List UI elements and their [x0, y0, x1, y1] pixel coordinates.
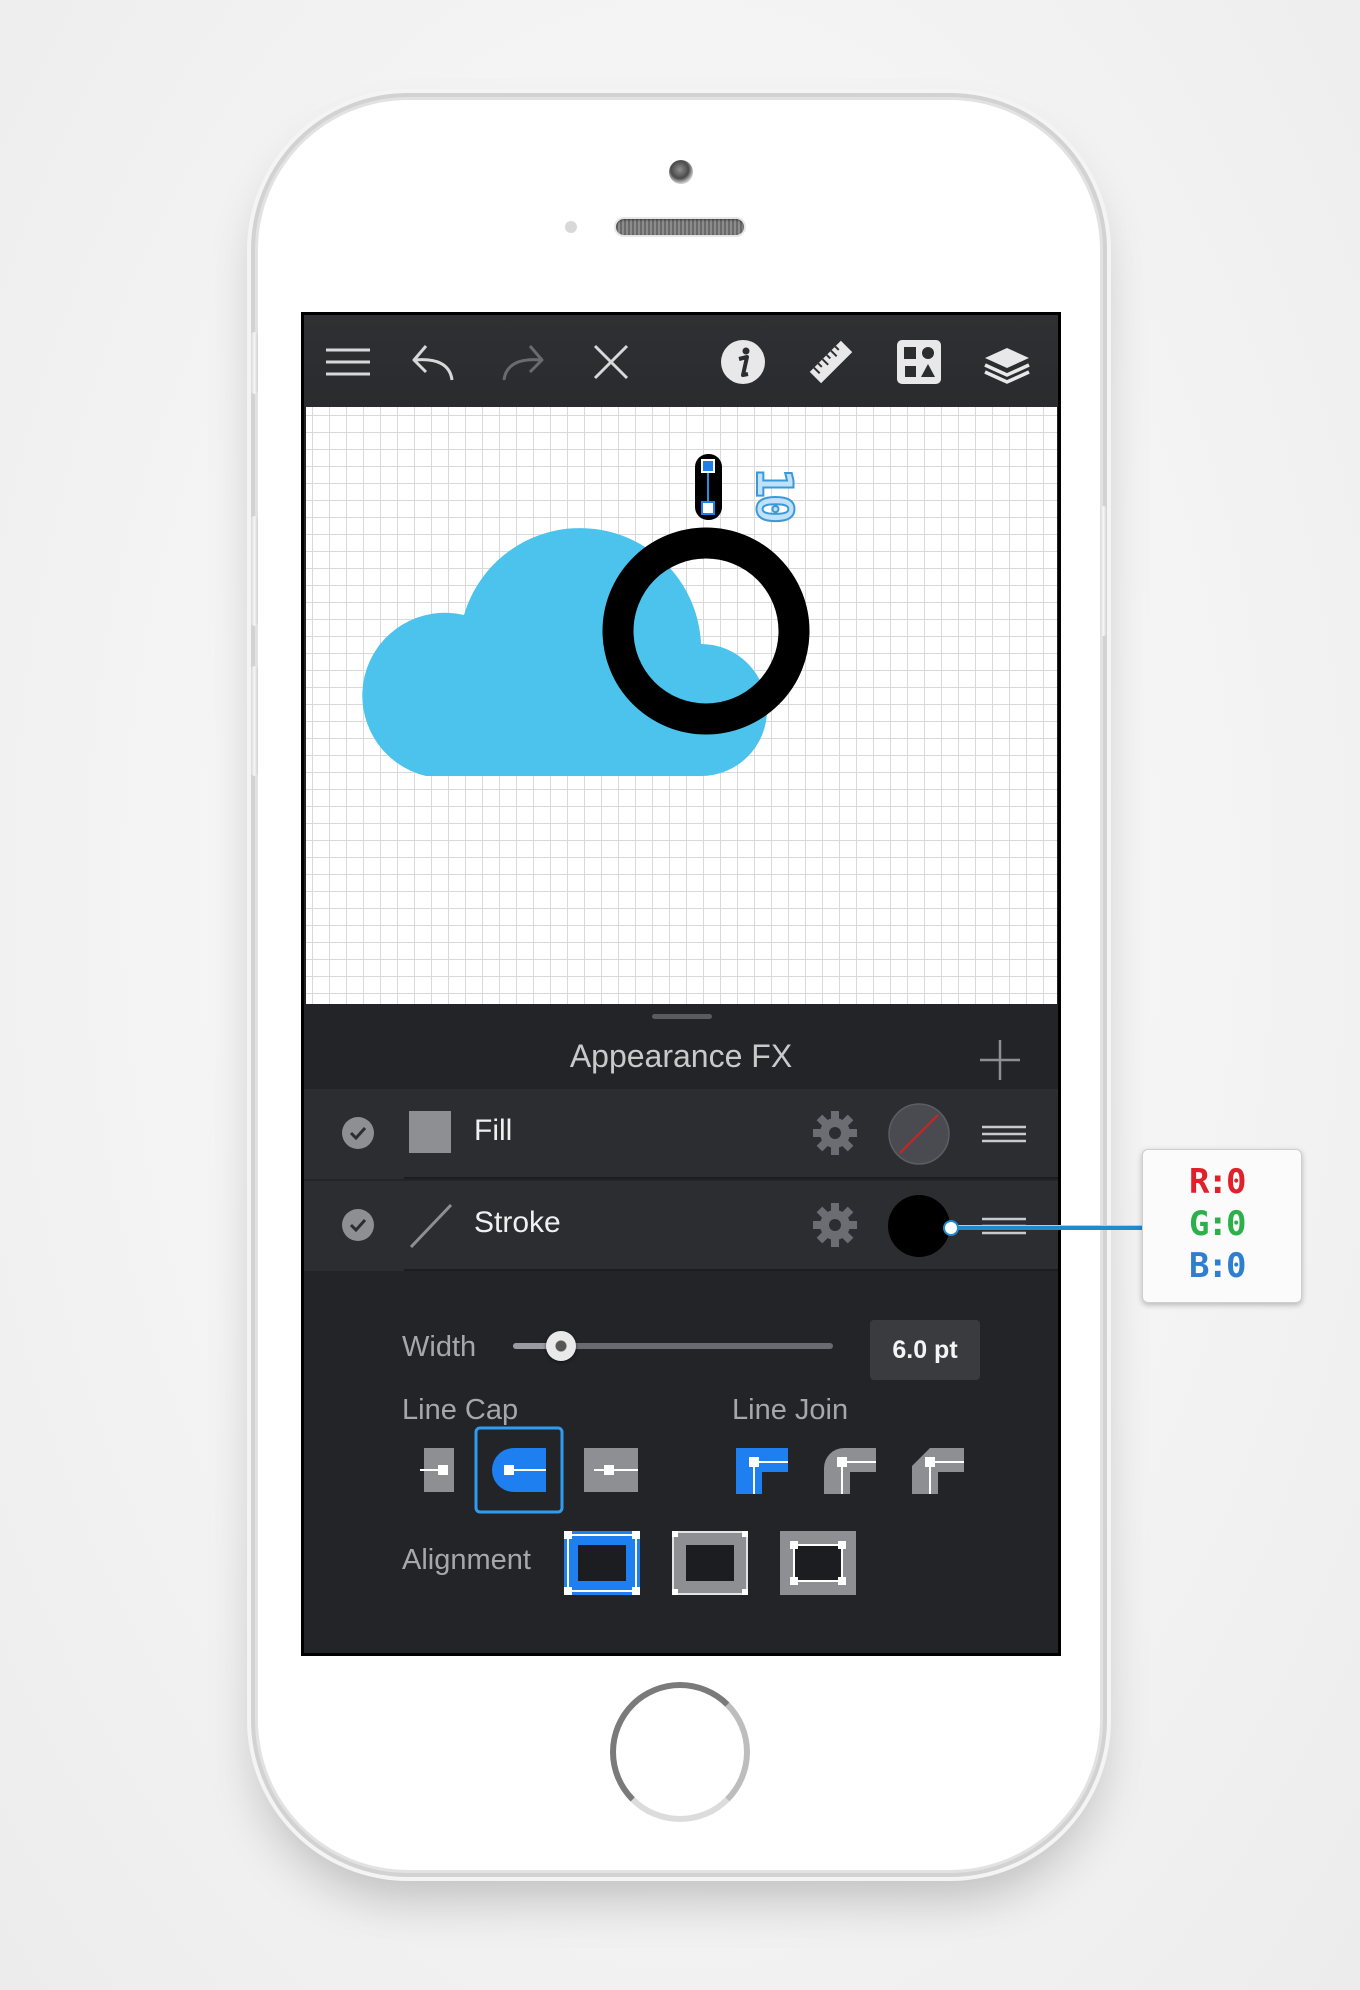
row-divider — [404, 1177, 1058, 1179]
proximity-sensor — [565, 221, 577, 233]
earpiece-speaker — [616, 219, 744, 235]
home-button[interactable] — [610, 1682, 750, 1822]
fill-enabled-checkbox[interactable] — [342, 1117, 374, 1149]
align-outside-button[interactable] — [780, 1531, 856, 1595]
ruler-icon[interactable] — [807, 338, 855, 386]
layers-icon[interactable] — [983, 338, 1031, 386]
info-icon[interactable] — [719, 338, 767, 386]
add-effect-icon[interactable] — [978, 1038, 1022, 1082]
power-button — [1100, 506, 1107, 636]
fill-row[interactable]: Fill — [304, 1089, 1058, 1179]
rgb-blue-value: B:0 — [1189, 1246, 1246, 1286]
square-cap-button[interactable] — [584, 1448, 638, 1492]
panel-title: Appearance FX — [569, 1038, 793, 1074]
cloud-shape[interactable] — [362, 528, 767, 776]
panel-drag-handle[interactable] — [652, 1014, 712, 1019]
volume-up-button — [251, 516, 258, 626]
stroke-label: Stroke — [474, 1206, 561, 1239]
bevel-join-button[interactable] — [912, 1448, 964, 1494]
rgb-green-value: G:0 — [1189, 1204, 1246, 1244]
align-center-button[interactable] — [672, 1531, 748, 1595]
gear-icon[interactable] — [811, 1109, 859, 1157]
width-slider-thumb[interactable] — [546, 1331, 576, 1361]
checkmark-icon — [349, 1218, 367, 1232]
miter-join-button[interactable] — [736, 1448, 788, 1494]
line-cap-label: Line Cap — [402, 1394, 519, 1426]
menu-icon[interactable] — [324, 338, 372, 386]
gear-icon[interactable] — [811, 1201, 859, 1249]
align-inside-button[interactable] — [564, 1531, 640, 1595]
stroke-width-handle[interactable] — [695, 454, 722, 520]
fill-color-swatch[interactable] — [888, 1103, 950, 1165]
round-cap-button[interactable] — [474, 1426, 564, 1514]
alignment-label: Alignment — [402, 1544, 531, 1576]
mute-switch — [251, 332, 258, 394]
stroke-color-swatch[interactable] — [888, 1195, 950, 1257]
close-icon[interactable] — [587, 338, 635, 386]
line-join-label: Line Join — [732, 1394, 849, 1426]
callout-leader-line — [950, 1225, 1143, 1230]
top-toolbar — [304, 315, 1058, 407]
fill-type-icon — [409, 1111, 451, 1153]
stroke-enabled-checkbox[interactable] — [342, 1209, 374, 1241]
redo-icon[interactable] — [498, 338, 546, 386]
rgb-callout: R:0 G:0 B:0 — [1142, 1149, 1302, 1303]
appearance-panel: Appearance FX Fill Stroke Width 6.0 pt L… — [304, 1004, 1058, 1653]
undo-icon[interactable] — [410, 338, 458, 386]
drawing-canvas[interactable]: 10 — [306, 407, 1057, 1004]
front-camera — [669, 160, 693, 184]
fill-label: Fill — [474, 1114, 513, 1147]
shapes-icon[interactable] — [895, 338, 943, 386]
stroke-width-annotation: 10 — [744, 467, 804, 521]
app-screen: 10 Appearance FX Fill Stroke Width 6.0 p… — [301, 312, 1061, 1656]
rgb-red-value: R:0 — [1189, 1162, 1246, 1202]
width-label: Width — [402, 1331, 477, 1363]
volume-down-button — [251, 666, 258, 776]
callout-anchor-dot — [943, 1220, 959, 1236]
stroke-type-icon — [409, 1203, 453, 1249]
round-join-button[interactable] — [824, 1448, 876, 1494]
checkmark-icon — [349, 1126, 367, 1140]
width-value-field[interactable]: 6.0 pt — [870, 1320, 980, 1380]
drag-reorder-icon[interactable] — [982, 1119, 1026, 1149]
butt-cap-button[interactable] — [420, 1448, 456, 1492]
row-divider — [404, 1269, 1058, 1271]
